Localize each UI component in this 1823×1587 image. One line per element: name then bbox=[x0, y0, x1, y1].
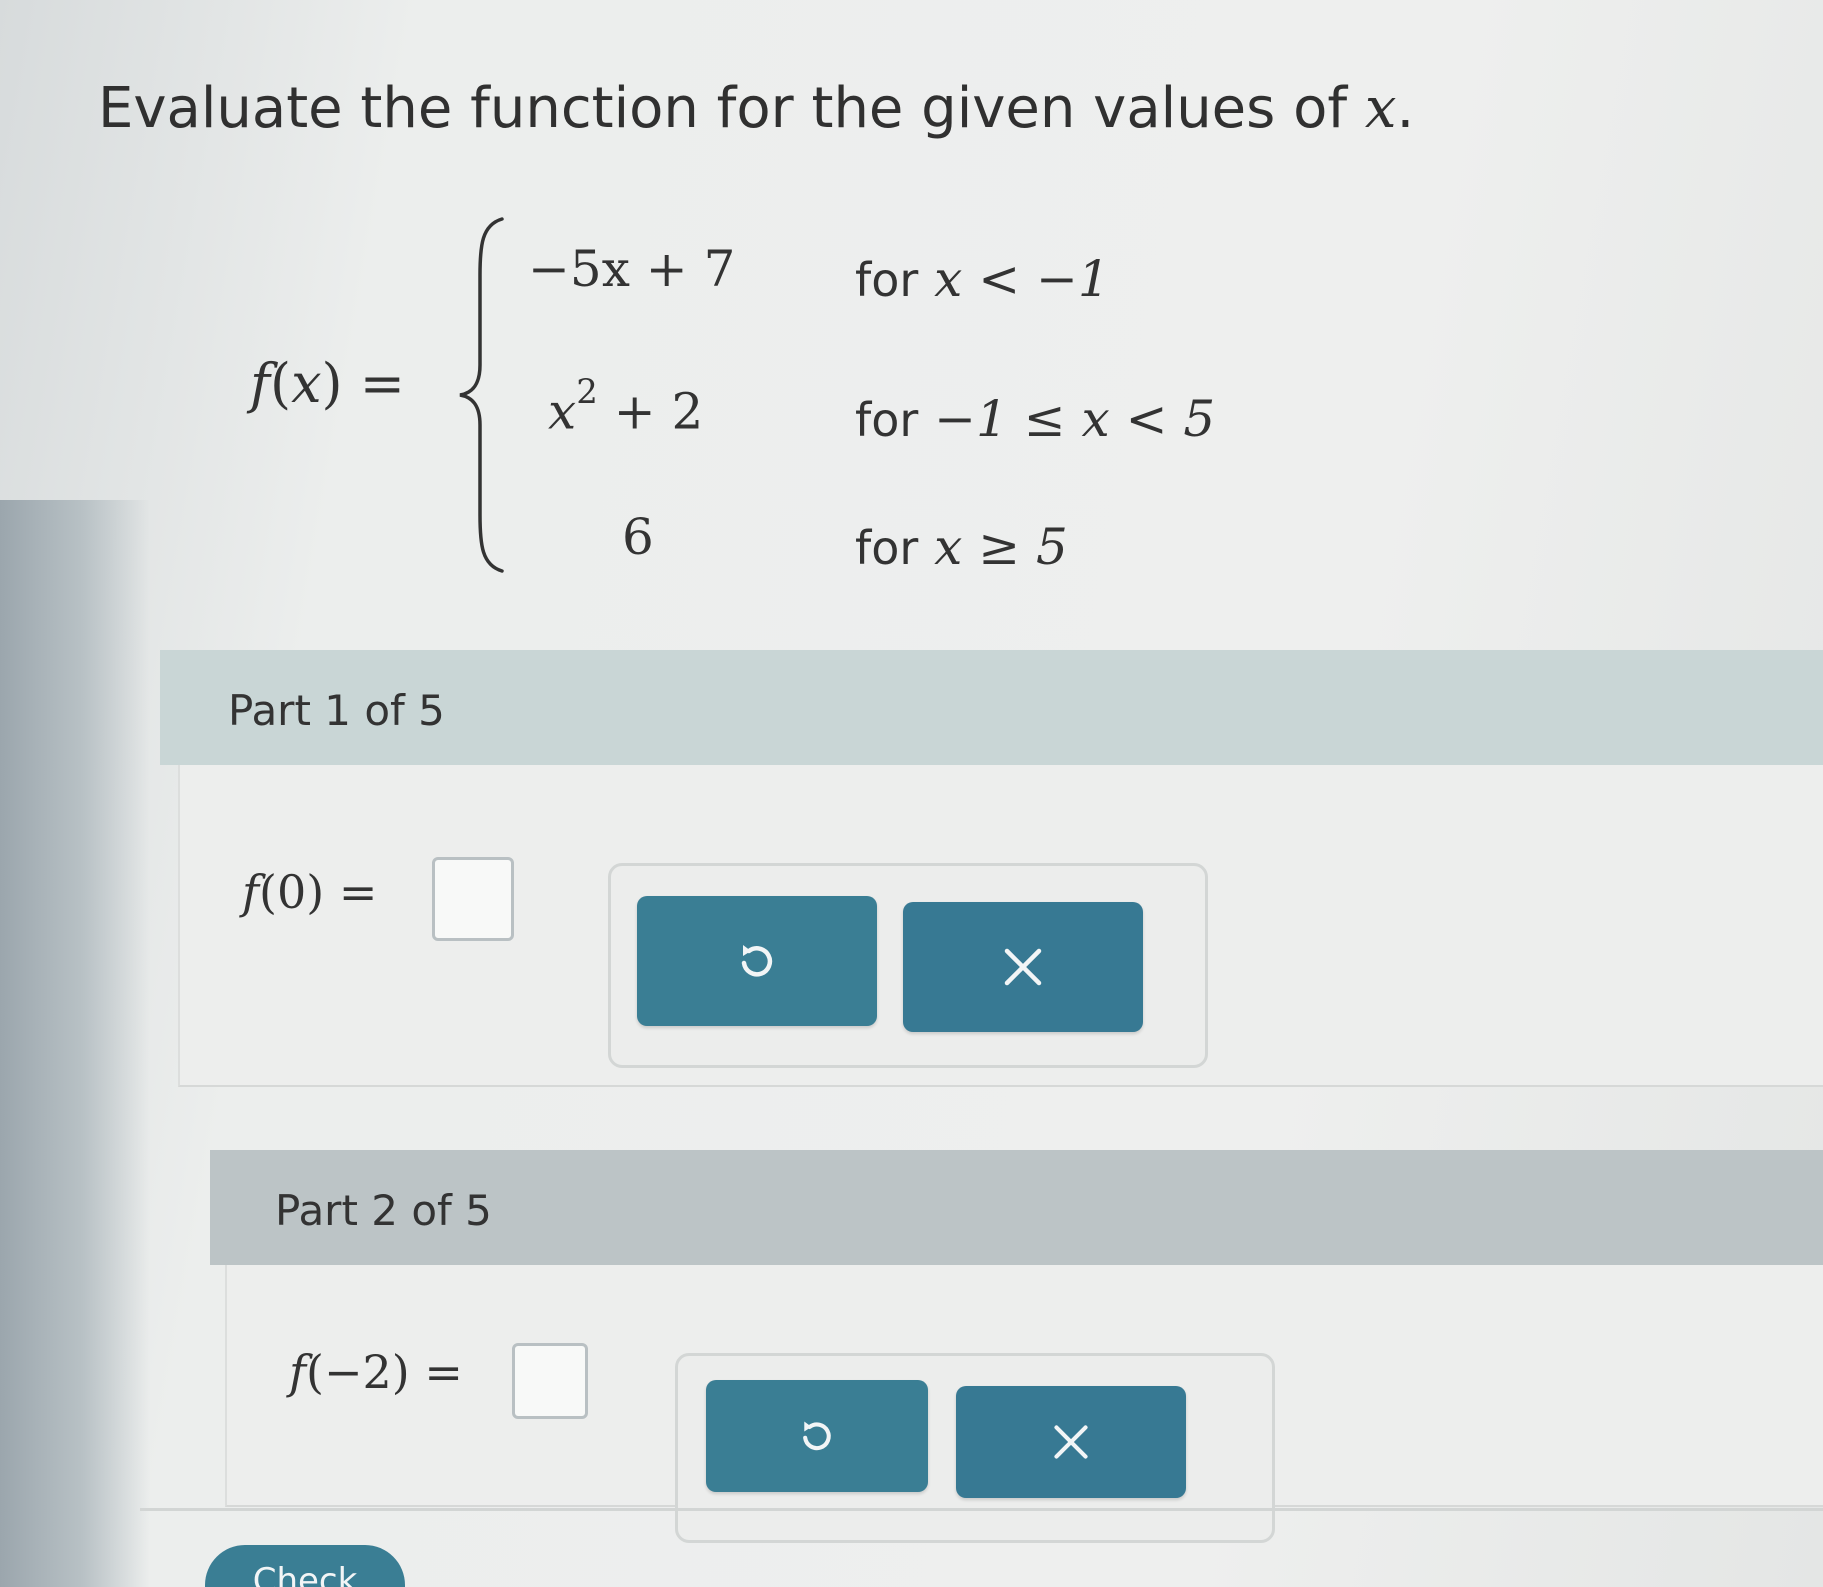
instruction-main: Evaluate the function for the given valu… bbox=[98, 76, 1365, 141]
case-3-for: for bbox=[855, 521, 919, 575]
section-divider bbox=[140, 1508, 1823, 1511]
part-2-tool-panel bbox=[675, 1353, 1275, 1543]
case-2-expression: x2 + 2 bbox=[548, 372, 704, 441]
case-1-condition-text: x < −1 bbox=[934, 250, 1110, 308]
case-2-rest: + 2 bbox=[597, 382, 704, 441]
undo-icon bbox=[803, 1421, 831, 1451]
function-label: f(x) = bbox=[250, 352, 406, 415]
undo-icon bbox=[741, 945, 773, 977]
check-button[interactable]: Check bbox=[205, 1545, 405, 1587]
part-2-header: Part 2 of 5 bbox=[210, 1150, 1823, 1265]
part-1-undo-button[interactable] bbox=[637, 896, 877, 1026]
part-1-equation: f(0) = bbox=[242, 865, 378, 919]
case-3-expression: 6 bbox=[622, 508, 654, 566]
case-2-exponent: 2 bbox=[576, 372, 598, 412]
part-2-body: f(−2) = bbox=[225, 1265, 1823, 1543]
function-argument: x bbox=[291, 352, 322, 415]
page: Evaluate the function for the given valu… bbox=[0, 0, 1823, 1587]
left-brace-icon bbox=[459, 217, 504, 573]
function-equals: = bbox=[359, 352, 406, 415]
case-2-base: x bbox=[548, 382, 577, 441]
part-2-undo-button[interactable] bbox=[706, 1380, 928, 1492]
part-1-answer-input[interactable] bbox=[432, 857, 514, 941]
part-2-clear-button[interactable] bbox=[956, 1386, 1186, 1498]
part-1-clear-button[interactable] bbox=[903, 902, 1143, 1032]
screen-edge-shadow bbox=[0, 500, 150, 1587]
instruction-suffix: . bbox=[1396, 76, 1415, 141]
instruction-text: Evaluate the function for the given valu… bbox=[98, 76, 1414, 141]
part-1-header: Part 1 of 5 bbox=[160, 650, 1823, 765]
case-1-condition: for x < −1 bbox=[855, 250, 1110, 308]
function-name: f bbox=[250, 352, 270, 415]
part-2-fn: f bbox=[289, 1345, 307, 1399]
part-1-arg: 0 bbox=[276, 865, 307, 919]
part-1-body: f(0) = bbox=[178, 765, 1823, 1087]
part-1-equals: = bbox=[338, 865, 378, 919]
part-2-equation: f(−2) = bbox=[289, 1345, 463, 1399]
case-2-condition: for −1 ≤ x < 5 bbox=[855, 390, 1215, 448]
part-2-title: Part 2 of 5 bbox=[275, 1186, 492, 1235]
part-2-equals: = bbox=[424, 1345, 463, 1399]
clear-x-icon bbox=[1004, 948, 1042, 986]
case-2-for: for bbox=[855, 393, 919, 447]
case-1-expression: −5x + 7 bbox=[528, 240, 736, 298]
part-2-answer-input[interactable] bbox=[512, 1343, 588, 1419]
case-3-condition-text: x ≥ 5 bbox=[934, 518, 1068, 576]
part-1-title: Part 1 of 5 bbox=[228, 686, 445, 735]
instruction-variable: x bbox=[1364, 76, 1397, 141]
part-2-arg: −2 bbox=[323, 1345, 392, 1399]
clear-x-icon bbox=[1054, 1425, 1088, 1459]
part-1-tool-panel bbox=[608, 863, 1208, 1068]
part-1-fn: f bbox=[242, 865, 260, 919]
case-1-for: for bbox=[855, 253, 919, 307]
case-2-condition-text: −1 ≤ x < 5 bbox=[934, 390, 1216, 448]
case-3-condition: for x ≥ 5 bbox=[855, 518, 1068, 576]
